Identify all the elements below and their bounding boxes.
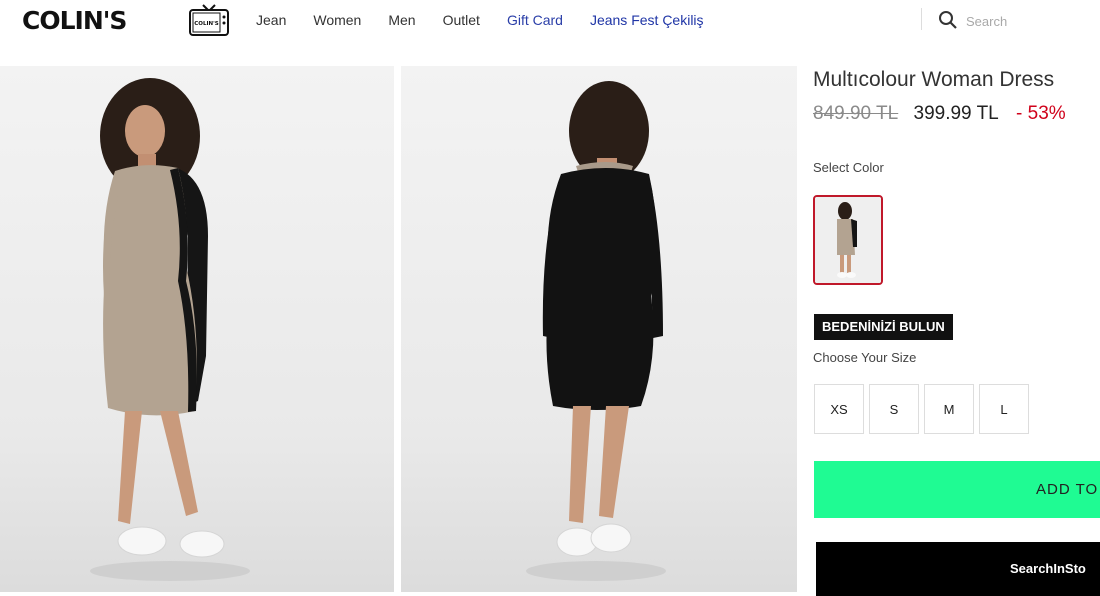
- discount-badge: - 53%: [1016, 103, 1066, 124]
- size-finder-button[interactable]: BEDENİNİZİ BULUN: [814, 314, 953, 340]
- old-price: 849.90 TL: [813, 103, 899, 124]
- header-divider: [921, 8, 922, 30]
- product-title: Multıcolour Woman Dress: [813, 68, 1055, 91]
- size-option-xs[interactable]: XS: [814, 384, 864, 434]
- nav-item-men[interactable]: Men: [388, 12, 415, 28]
- choose-size-label: Choose Your Size: [813, 350, 917, 365]
- search-in-store-button[interactable]: SearchInSto: [816, 542, 1100, 596]
- new-price: 399.99 TL: [913, 103, 999, 124]
- color-swatch-multicolour[interactable]: [813, 195, 883, 285]
- product-photo-front-illustration: [90, 78, 250, 581]
- product-image-back[interactable]: [401, 66, 797, 592]
- tv-logo-text: COLIN'S: [194, 21, 219, 27]
- nav-item-jean[interactable]: Jean: [256, 12, 286, 28]
- search-icon[interactable]: [938, 10, 958, 30]
- price-row: 849.90 TL 399.99 TL - 53%: [813, 103, 1066, 125]
- site-logo[interactable]: COLIN'S: [22, 6, 127, 35]
- size-option-m[interactable]: M: [924, 384, 974, 434]
- search-input[interactable]: [966, 10, 1096, 32]
- tv-icon[interactable]: COLIN'S: [189, 4, 229, 36]
- color-swatch-thumbnail: [815, 197, 881, 283]
- product-photo-back-illustration: [526, 81, 666, 581]
- product-image-front[interactable]: [0, 66, 394, 592]
- main-nav: Jean Women Men Outlet Gift Card Jeans Fe…: [256, 12, 731, 28]
- nav-item-gift-card[interactable]: Gift Card: [507, 12, 563, 28]
- size-option-l[interactable]: L: [979, 384, 1029, 434]
- size-option-s[interactable]: S: [869, 384, 919, 434]
- nav-item-outlet[interactable]: Outlet: [443, 12, 480, 28]
- size-options: XS S M L: [814, 384, 1034, 434]
- nav-item-women[interactable]: Women: [313, 12, 361, 28]
- nav-item-jeans-fest[interactable]: Jeans Fest Çekiliş: [590, 12, 704, 28]
- select-color-label: Select Color: [813, 160, 884, 175]
- site-header: COLIN'S COLIN'S Jean Women Men Outlet Gi…: [0, 0, 1100, 44]
- add-to-cart-button[interactable]: ADD TO: [814, 461, 1100, 518]
